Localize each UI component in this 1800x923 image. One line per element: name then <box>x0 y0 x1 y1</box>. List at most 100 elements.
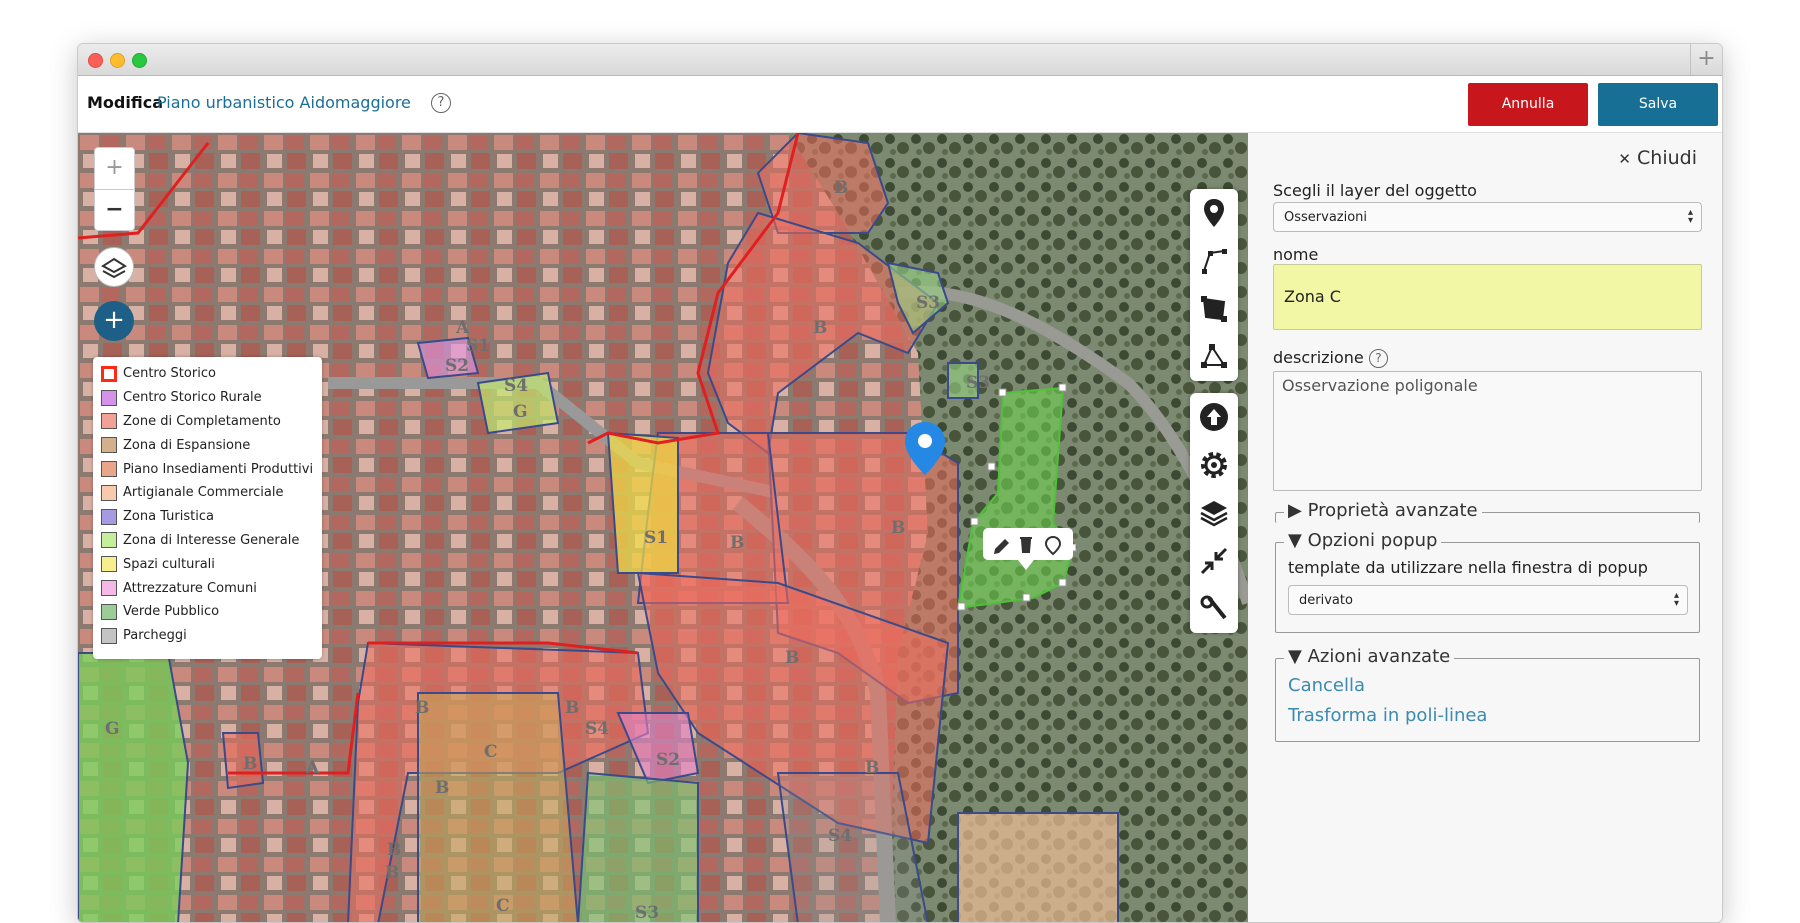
add-layer-button[interactable]: + <box>94 301 134 341</box>
popup-template-select[interactable]: derivato ▴ ▾ <box>1288 585 1688 615</box>
popup-template-label: template da utilizzare nella finestra di… <box>1288 558 1648 577</box>
zone-label: B <box>834 178 848 198</box>
layers-button[interactable] <box>1190 489 1238 537</box>
close-window-icon[interactable] <box>88 53 103 68</box>
legend-swatch <box>101 413 117 430</box>
legend-swatch <box>101 532 117 549</box>
browser-window: + B B S3 S3 B B S1 B B B B B C C S4 S2 S… <box>77 43 1723 923</box>
cancel-button[interactable]: Annulla <box>1468 83 1588 126</box>
zone-label: B <box>865 758 879 778</box>
minimize-window-icon[interactable] <box>110 53 125 68</box>
feature-edit-panel: ✕ Chiudi Scegli il layer del oggetto Oss… <box>1248 133 1722 922</box>
save-button[interactable]: Salva <box>1598 83 1718 126</box>
zone-label: S4 <box>585 719 609 739</box>
edit-vertices-icon <box>1201 344 1227 368</box>
legend-item: Spazi culturali <box>101 552 322 576</box>
legend-label: Zona Turistica <box>123 509 214 525</box>
edit-vertices-button[interactable] <box>1190 333 1238 381</box>
layer-select[interactable]: Osservazioni ▴ ▾ <box>1273 202 1702 232</box>
legend-item: Piano Insediamenti Produttivi <box>101 457 322 481</box>
legend-item: Attrezzature Comuni <box>101 576 322 600</box>
zone-label: B <box>730 533 744 553</box>
legend-label: Zona di Espansione <box>123 437 251 453</box>
editor-header: Modifica Piano urbanistico Aidomaggiore … <box>78 76 1722 133</box>
descrizione-textarea[interactable]: Osservazione poligonale <box>1273 371 1702 491</box>
legend-label: Zona di Interesse Generale <box>123 532 300 548</box>
collapse-button[interactable] <box>1190 537 1238 585</box>
opzioni-popup-section: ▼ Opzioni popup template da utilizzare n… <box>1275 530 1700 633</box>
triangle-right-icon: ▶ <box>1288 500 1308 521</box>
help-circle-icon[interactable]: ? <box>1368 349 1388 368</box>
zone-label: S3 <box>966 373 990 393</box>
proprieta-label: Proprietà avanzate <box>1307 500 1478 521</box>
zone-label: A <box>305 758 320 778</box>
legend-swatch <box>101 389 117 406</box>
trasforma-link[interactable]: Trasforma in poli-linea <box>1288 705 1487 726</box>
page-title: Modifica <box>87 93 163 112</box>
zone-label: B <box>785 648 799 668</box>
zoom-out-button[interactable]: − <box>95 190 134 232</box>
azioni-avanzate-toggle[interactable]: ▼ Azioni avanzate <box>1284 646 1455 667</box>
legend-label: Centro Storico <box>123 366 216 382</box>
zone-label: B <box>435 778 449 798</box>
layers-switcher-button[interactable] <box>94 247 134 287</box>
layers-icon <box>1200 501 1228 527</box>
zone-label: S1 <box>466 336 490 356</box>
question-circle-icon[interactable]: ? <box>431 93 451 113</box>
zone-label: B <box>387 840 401 860</box>
map-name-link[interactable]: Piano urbanistico Aidomaggiore <box>157 93 411 112</box>
maximize-window-icon[interactable] <box>132 53 147 68</box>
upload-button[interactable] <box>1190 393 1238 441</box>
zone-label: B <box>415 698 429 718</box>
upload-arrow-icon <box>1200 403 1228 431</box>
zone-label: B <box>565 698 579 718</box>
legend-swatch <box>101 437 117 454</box>
legend-item: Zona di Interesse Generale <box>101 529 322 553</box>
settings-button[interactable] <box>1190 441 1238 489</box>
legend-swatch <box>101 603 117 620</box>
draw-polygon-button[interactable] <box>1190 285 1238 333</box>
map-legend: Centro Storico Centro Storico Rurale Zon… <box>93 357 322 659</box>
map-view[interactable]: B B S3 S3 B B S1 B B B B B C C S4 S2 S4 … <box>78 133 1248 923</box>
azioni-label: Azioni avanzate <box>1307 646 1451 667</box>
polygon-icon <box>1201 296 1227 322</box>
zone-label: G <box>105 719 120 739</box>
draw-polyline-button[interactable] <box>1190 237 1238 285</box>
descrizione-label-text: descrizione <box>1273 348 1364 367</box>
legend-label: Parcheggi <box>123 628 187 644</box>
zone-label: C <box>496 896 510 916</box>
new-tab-button[interactable]: + <box>1690 44 1722 75</box>
window-titlebar: + <box>78 44 1722 76</box>
select-arrows-icon: ▴ ▾ <box>1673 590 1679 609</box>
proprieta-avanzate-section[interactable]: ▶ Proprietà avanzate <box>1275 500 1700 523</box>
gear-icon <box>1201 452 1227 478</box>
legend-label: Attrezzature Comuni <box>123 580 257 596</box>
zoom-in-button[interactable]: + <box>95 148 134 190</box>
nome-input[interactable]: Zona C <box>1273 264 1702 330</box>
layers-stack-icon <box>101 257 127 279</box>
zone-label: S4 <box>504 376 528 396</box>
popup-label: Opzioni popup <box>1307 530 1438 551</box>
zone-label: S2 <box>656 750 680 770</box>
zone-label: G <box>513 402 528 422</box>
tools-toolbar <box>1190 393 1238 633</box>
nome-label: nome <box>1273 245 1319 264</box>
legend-item: Artigianale Commerciale <box>101 481 322 505</box>
legend-item: Zone di Completamento <box>101 410 322 434</box>
legend-swatch <box>101 484 117 501</box>
cancella-link[interactable]: Cancella <box>1288 675 1365 696</box>
draw-marker-button[interactable] <box>1190 189 1238 237</box>
legend-label: Piano Insediamenti Produttivi <box>123 461 314 477</box>
close-panel-button[interactable]: ✕ Chiudi <box>1618 147 1697 169</box>
legend-item: Parcheggi <box>101 624 322 648</box>
zone-label: S3 <box>916 293 940 313</box>
legend-swatch <box>101 556 117 573</box>
proprieta-avanzate-toggle[interactable]: ▶ Proprietà avanzate <box>1284 500 1482 521</box>
zone-label: S3 <box>635 903 659 923</box>
measure-button[interactable] <box>1190 585 1238 633</box>
opzioni-popup-toggle[interactable]: ▼ Opzioni popup <box>1284 530 1442 551</box>
map-pin-icon <box>1204 199 1224 227</box>
popup-template-value: derivato <box>1299 593 1353 608</box>
legend-item: Zona Turistica <box>101 505 322 529</box>
zone-label: B <box>891 518 905 538</box>
